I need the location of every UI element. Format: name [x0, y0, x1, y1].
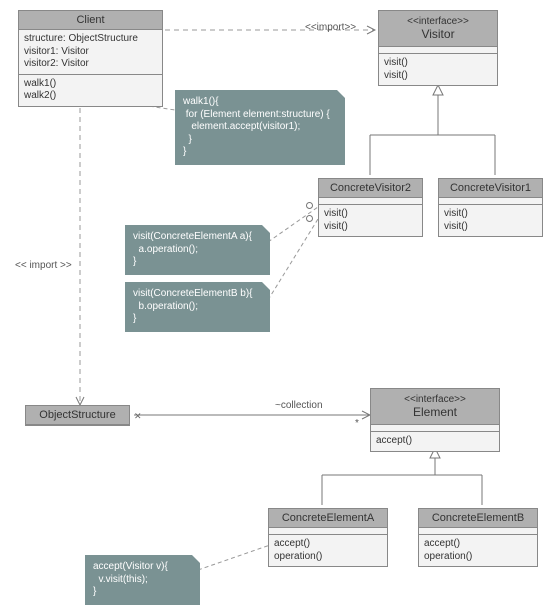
op: accept() [376, 435, 494, 448]
note-visit-a: visit(ConcreteElementA a){ a.operation()… [125, 225, 270, 275]
class-concrete-visitor2: ConcreteVisitor2 visit() visit() [318, 178, 423, 237]
note-walk1: walk1(){ for (Element element:structure)… [175, 90, 345, 165]
cea-ops: accept() operation() [269, 535, 387, 566]
objstruct-title: ObjectStructure [26, 406, 129, 425]
element-ops: accept() [371, 432, 499, 451]
visitor-name: Visitor [379, 27, 497, 44]
lollipop-visit1 [306, 202, 313, 209]
interface-element: <<interface>> Element accept() [370, 388, 500, 452]
lollipop-icon [306, 202, 313, 209]
class-client-attrs: structure: ObjectStructure visitor1: Vis… [19, 30, 162, 75]
label-star: * [355, 418, 359, 429]
op: visit() [444, 208, 537, 221]
op: visit() [384, 57, 492, 70]
cea-attrs [269, 528, 387, 535]
cv1-attrs [439, 198, 542, 205]
ceb-ops: accept() operation() [419, 535, 537, 566]
op: operation() [274, 551, 382, 564]
element-stereotype: <<interface>> [371, 391, 499, 405]
class-concrete-element-a: ConcreteElementA accept() operation() [268, 508, 388, 567]
label-import-top: <<import>> [305, 22, 356, 33]
op: accept() [274, 538, 382, 551]
interface-visitor: <<interface>> Visitor visit() visit() [378, 10, 498, 86]
attr: visitor2: Visitor [24, 58, 157, 71]
class-concrete-visitor1: ConcreteVisitor1 visit() visit() [438, 178, 543, 237]
op: visit() [384, 70, 492, 83]
class-client-ops: walk1() walk2() [19, 75, 162, 106]
cv1-ops: visit() visit() [439, 205, 542, 236]
note-visit-b: visit(ConcreteElementB b){ b.operation()… [125, 282, 270, 332]
class-concrete-element-b: ConcreteElementB accept() operation() [418, 508, 538, 567]
svg-text:✕: ✕ [134, 411, 142, 421]
cv2-attrs [319, 198, 422, 205]
op: accept() [424, 538, 532, 551]
op: walk1() [24, 78, 157, 91]
visitor-stereotype: <<interface>> [379, 13, 497, 27]
attr: visitor1: Visitor [24, 46, 157, 59]
cv1-title: ConcreteVisitor1 [439, 179, 542, 198]
visitor-attrs [379, 47, 497, 54]
class-object-structure: ObjectStructure [25, 405, 130, 426]
op: visit() [324, 221, 417, 234]
lollipop-visit2 [306, 215, 313, 222]
ceb-title: ConcreteElementB [419, 509, 537, 528]
label-import-left: << import >> [15, 260, 72, 271]
cea-title: ConcreteElementA [269, 509, 387, 528]
op: visit() [444, 221, 537, 234]
op: operation() [424, 551, 532, 564]
op: walk2() [24, 90, 157, 103]
op: visit() [324, 208, 417, 221]
label-collection: ~collection [275, 400, 323, 411]
element-name: Element [371, 405, 499, 422]
visitor-ops: visit() visit() [379, 54, 497, 85]
lollipop-icon [306, 215, 313, 222]
ceb-attrs [419, 528, 537, 535]
note-accept: accept(Visitor v){ v.visit(this); } [85, 555, 200, 605]
class-client: Client structure: ObjectStructure visito… [18, 10, 163, 107]
attr: structure: ObjectStructure [24, 33, 157, 46]
class-client-title: Client [19, 11, 162, 30]
cv2-title: ConcreteVisitor2 [319, 179, 422, 198]
cv2-ops: visit() visit() [319, 205, 422, 236]
element-attrs [371, 425, 499, 432]
